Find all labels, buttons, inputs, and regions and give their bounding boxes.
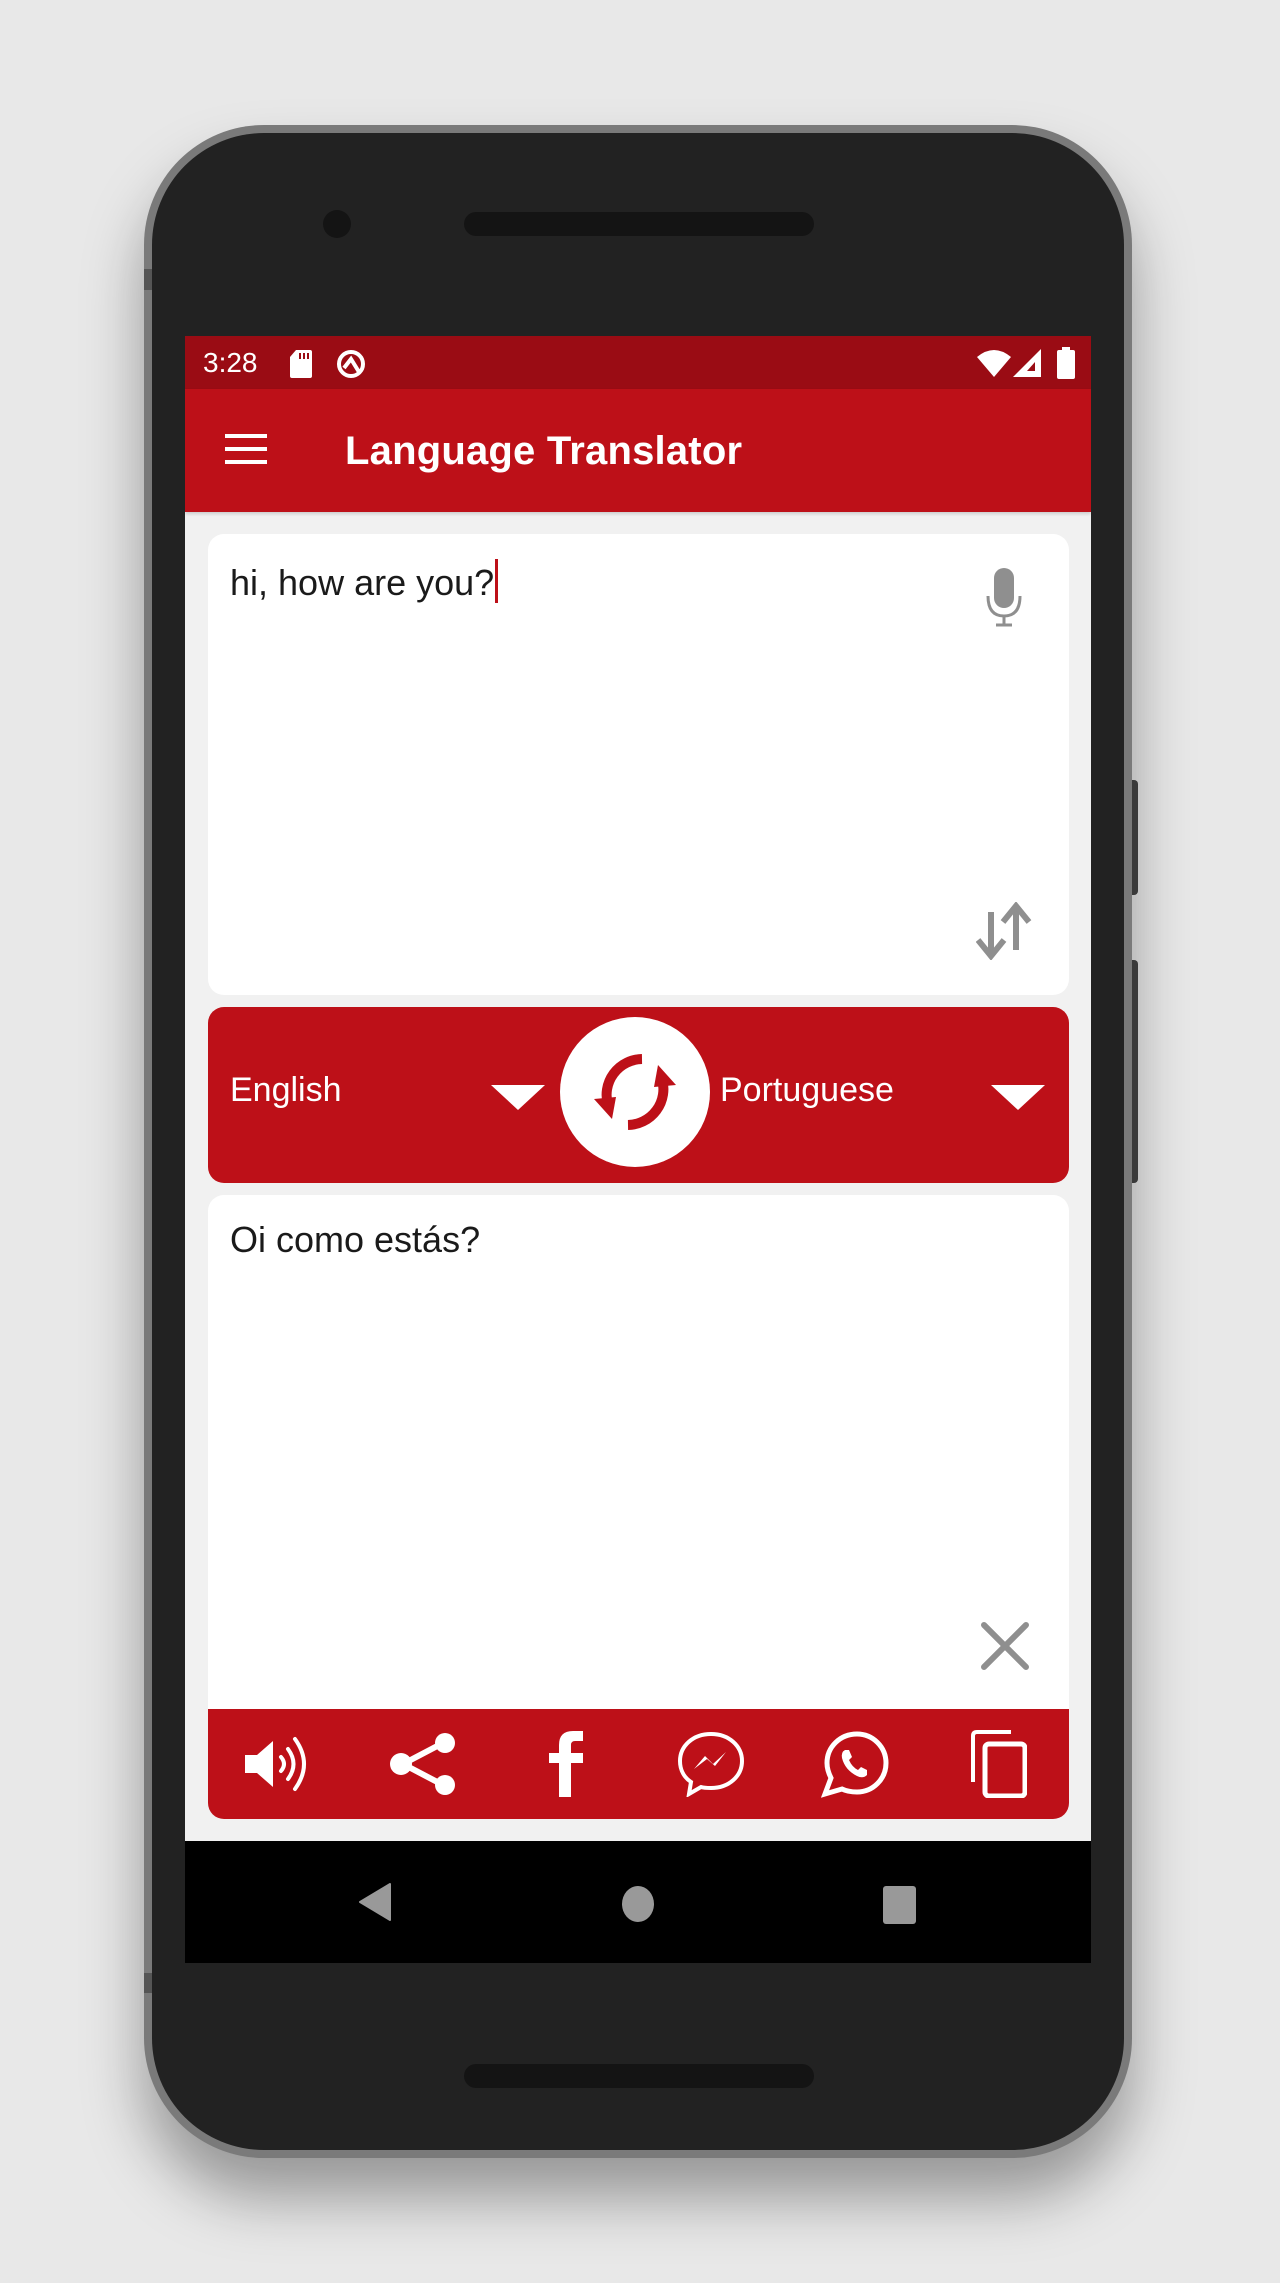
signal-icon [1013, 349, 1041, 377]
messenger-share-button[interactable] [656, 1709, 766, 1819]
swap-languages-refresh-icon [580, 1037, 690, 1147]
share-action-bar [208, 1709, 1069, 1819]
q-icon [335, 348, 367, 380]
app-toolbar: Language Translator [185, 389, 1091, 512]
whatsapp-icon [821, 1730, 889, 1798]
target-language-select[interactable]: Portuguese [720, 1071, 894, 1110]
facebook-share-button[interactable] [512, 1709, 622, 1819]
sd-card-icon [290, 350, 312, 378]
earpiece-speaker [464, 212, 814, 236]
speaker-icon [245, 1735, 313, 1793]
swap-languages-button[interactable] [560, 1017, 710, 1167]
system-navigation-bar [185, 1841, 1091, 1963]
source-text-input[interactable]: hi, how are you? [230, 559, 499, 604]
share-icon [389, 1733, 457, 1795]
microphone-icon[interactable] [984, 568, 1024, 628]
back-icon[interactable] [358, 1882, 392, 1922]
copy-icon [971, 1730, 1027, 1798]
translation-card: Oi como estás? [208, 1195, 1069, 1715]
target-language-dropdown-icon[interactable] [991, 1085, 1045, 1110]
app-title: Language Translator [345, 429, 743, 473]
bottom-speaker [464, 2064, 814, 2088]
facebook-icon [549, 1731, 585, 1797]
wifi-icon [977, 349, 1011, 377]
home-icon[interactable] [622, 1886, 654, 1922]
status-time: 3:28 [203, 347, 258, 378]
volume-button [1132, 780, 1138, 895]
recents-icon[interactable] [883, 1886, 916, 1924]
close-icon[interactable] [980, 1621, 1030, 1671]
translated-text: Oi como estás? [230, 1219, 481, 1260]
front-camera [323, 210, 351, 238]
speak-button[interactable] [224, 1709, 334, 1819]
whatsapp-share-button[interactable] [800, 1709, 910, 1819]
text-caret [495, 559, 499, 603]
source-text: hi, how are you? [230, 562, 495, 603]
source-language-select[interactable]: English [230, 1071, 342, 1110]
source-language-dropdown-icon[interactable] [491, 1085, 545, 1110]
copy-button[interactable] [944, 1709, 1054, 1819]
messenger-icon [677, 1731, 745, 1797]
phone-side-tab [144, 269, 152, 290]
source-text-card: hi, how are you? [208, 534, 1069, 995]
power-button [1132, 960, 1138, 1183]
language-selector-bar: English Portuguese [208, 1007, 1069, 1183]
hamburger-menu-icon[interactable] [225, 434, 267, 464]
phone-side-tab [144, 1973, 152, 1993]
status-bar: 3:28 [185, 336, 1091, 389]
share-button[interactable] [368, 1709, 478, 1819]
app-screen: 3:28 Language Translator hi, how are you… [185, 336, 1091, 1963]
battery-icon [1057, 347, 1075, 379]
swap-vertical-arrows-icon[interactable] [976, 902, 1032, 960]
